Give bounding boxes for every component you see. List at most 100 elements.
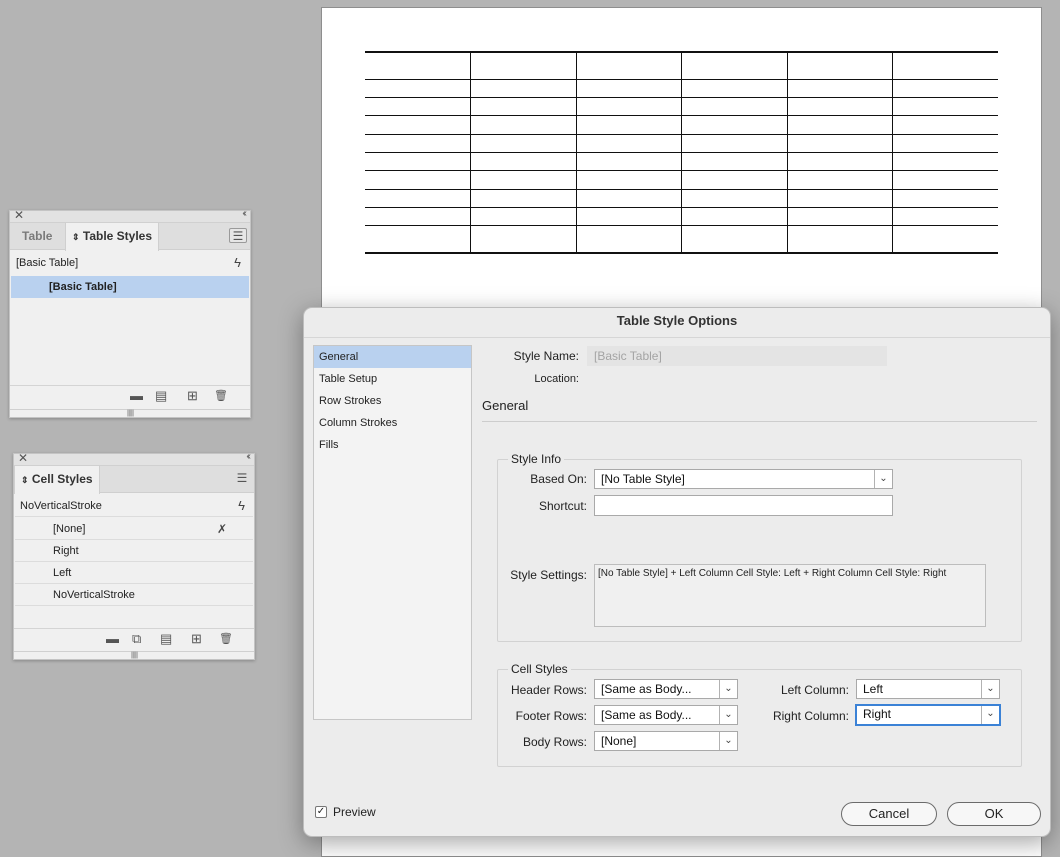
- table-cell[interactable]: [365, 133, 471, 153]
- table-cell[interactable]: [681, 206, 788, 227]
- table-cell[interactable]: [681, 170, 788, 190]
- table-cell[interactable]: [575, 133, 682, 153]
- panel-title-bar[interactable]: ✕ ‹‹: [10, 208, 250, 223]
- preview-label[interactable]: Preview: [333, 805, 376, 819]
- trash-icon[interactable]: 🗑: [214, 389, 228, 403]
- table-cell[interactable]: [470, 206, 577, 227]
- table-cell[interactable]: [365, 115, 471, 135]
- list-item[interactable]: Left: [15, 562, 253, 584]
- resize-grip[interactable]: ||||||||: [10, 409, 250, 417]
- table-cell[interactable]: [892, 170, 998, 190]
- table-cell[interactable]: [786, 78, 893, 99]
- table-cell[interactable]: [681, 115, 788, 135]
- document-table[interactable]: [365, 50, 998, 255]
- table-cell[interactable]: [786, 97, 893, 117]
- table-cell[interactable]: [365, 78, 471, 99]
- table-cell[interactable]: [575, 50, 682, 80]
- double-chevron-left-icon[interactable]: ‹‹: [242, 208, 246, 219]
- footer-rows-select[interactable]: [Same as Body... ⌄: [594, 705, 738, 725]
- table-cell[interactable]: [470, 115, 577, 135]
- map-tags-icon[interactable]: ⧉: [132, 632, 141, 646]
- table-cell[interactable]: [365, 50, 471, 80]
- table-cell[interactable]: [786, 133, 893, 153]
- list-item[interactable]: [Basic Table]: [11, 276, 249, 298]
- list-item[interactable]: [None] ✗: [15, 518, 253, 540]
- table-cell[interactable]: [575, 97, 682, 117]
- table-cell[interactable]: [892, 50, 998, 80]
- table-cell[interactable]: [786, 225, 893, 255]
- table-cell[interactable]: [786, 206, 893, 227]
- table-cell[interactable]: [575, 225, 682, 255]
- table-cell[interactable]: [681, 133, 788, 153]
- table-cell[interactable]: [470, 225, 577, 255]
- table-cell[interactable]: [365, 206, 471, 227]
- new-style-icon[interactable]: ⊞: [191, 632, 202, 646]
- table-cell[interactable]: [681, 225, 788, 255]
- table-cell[interactable]: [786, 170, 893, 190]
- table-cell[interactable]: [892, 225, 998, 255]
- close-icon[interactable]: ✕: [14, 208, 24, 222]
- table-cell[interactable]: [681, 50, 788, 80]
- category-column-strokes[interactable]: Column Strokes: [314, 412, 471, 434]
- table-cell[interactable]: [892, 133, 998, 153]
- table-cell[interactable]: [365, 151, 471, 172]
- table-cell[interactable]: [365, 225, 471, 255]
- preview-checkbox[interactable]: ✓: [315, 806, 327, 818]
- resize-grip[interactable]: ||||||||: [14, 651, 254, 659]
- table-cell[interactable]: [786, 151, 893, 172]
- table-cell[interactable]: [681, 151, 788, 172]
- table-cell[interactable]: [892, 97, 998, 117]
- tab-table-styles[interactable]: ⇕ Table Styles: [65, 223, 160, 251]
- table-cell[interactable]: [681, 188, 788, 208]
- lightning-icon[interactable]: ϟ: [238, 495, 245, 517]
- category-row-strokes[interactable]: Row Strokes: [314, 390, 471, 412]
- table-cell[interactable]: [575, 115, 682, 135]
- table-cell[interactable]: [681, 78, 788, 99]
- folder-icon[interactable]: ▬: [106, 632, 119, 646]
- table-cell[interactable]: [575, 188, 682, 208]
- table-cell[interactable]: [892, 206, 998, 227]
- table-cell[interactable]: [470, 151, 577, 172]
- table-cell[interactable]: [681, 97, 788, 117]
- table-cell[interactable]: [470, 78, 577, 99]
- based-on-select[interactable]: [No Table Style] ⌄: [594, 469, 893, 489]
- load-styles-icon[interactable]: ▤: [160, 632, 172, 646]
- table-cell[interactable]: [470, 188, 577, 208]
- table-cell[interactable]: [786, 115, 893, 135]
- table-cell[interactable]: [365, 188, 471, 208]
- table-cell[interactable]: [892, 188, 998, 208]
- list-item[interactable]: NoVerticalStroke: [15, 584, 253, 606]
- panel-menu-icon[interactable]: ☰: [229, 228, 247, 243]
- table-cell[interactable]: [470, 133, 577, 153]
- table-cell[interactable]: [575, 206, 682, 227]
- list-item[interactable]: Right: [15, 540, 253, 562]
- double-chevron-left-icon[interactable]: ‹‹: [246, 451, 250, 462]
- table-cell[interactable]: [892, 78, 998, 99]
- right-column-select[interactable]: Right ⌄: [855, 704, 1001, 726]
- folder-icon[interactable]: ▬: [130, 389, 143, 403]
- shortcut-input[interactable]: [594, 495, 893, 516]
- panel-title-bar[interactable]: ✕ ‹‹: [14, 451, 254, 466]
- new-style-icon[interactable]: ⊞: [187, 389, 198, 403]
- trash-icon[interactable]: 🗑: [219, 632, 233, 646]
- lightning-icon[interactable]: ϟ: [234, 252, 241, 274]
- table-cell[interactable]: [575, 151, 682, 172]
- table-cell[interactable]: [892, 151, 998, 172]
- table-cell[interactable]: [470, 170, 577, 190]
- category-table-setup[interactable]: Table Setup: [314, 368, 471, 390]
- ok-button[interactable]: OK: [947, 802, 1041, 826]
- tab-cell-styles[interactable]: ⇕ Cell Styles: [14, 466, 100, 494]
- load-styles-icon[interactable]: ▤: [155, 389, 167, 403]
- category-general[interactable]: General: [314, 346, 471, 368]
- table-cell[interactable]: [786, 50, 893, 80]
- table-cell[interactable]: [575, 170, 682, 190]
- left-column-select[interactable]: Left ⌄: [856, 679, 1000, 699]
- panel-menu-icon[interactable]: ☰: [233, 471, 251, 486]
- cancel-button[interactable]: Cancel: [841, 802, 937, 826]
- body-rows-select[interactable]: [None] ⌄: [594, 731, 738, 751]
- table-cell[interactable]: [470, 50, 577, 80]
- tab-table[interactable]: Table: [16, 223, 58, 250]
- category-fills[interactable]: Fills: [314, 434, 471, 456]
- table-cell[interactable]: [575, 78, 682, 99]
- table-cell[interactable]: [892, 115, 998, 135]
